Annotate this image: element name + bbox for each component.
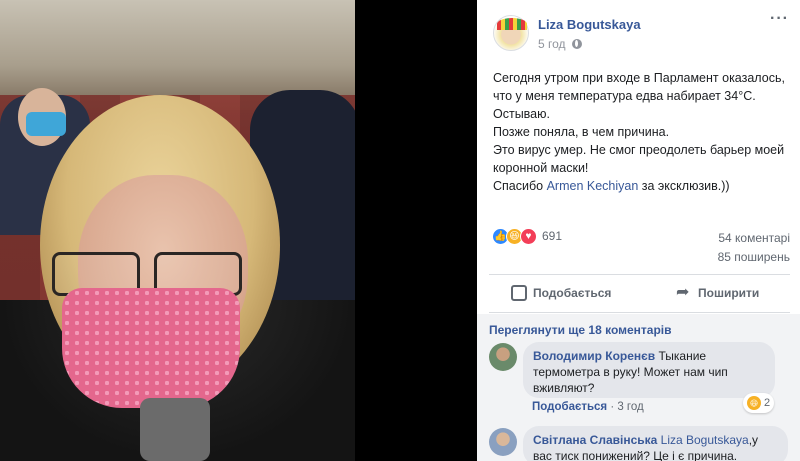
comment-bubble: Світлана Славінська Liza Bogutskaya,у ва… [523, 426, 788, 461]
post-text-line: коронной маски! [493, 161, 589, 175]
photo-crochet-mask [62, 288, 240, 408]
commenter-name[interactable]: Володимир Коренєв [533, 349, 655, 363]
reactions-summary[interactable]: 👍 😆 ♥ 691 [492, 227, 562, 245]
post-photo[interactable] [0, 0, 355, 461]
globe-icon [571, 39, 582, 49]
divider [489, 312, 790, 313]
comment-bubble: Володимир Коренєв Тыкание термометра в р… [523, 342, 775, 398]
like-button-label: Подобається [533, 286, 612, 300]
post-panel: Liza Bogutskaya 5 год ··· Сегодня утром … [477, 0, 800, 461]
comment-reaction-count: 2 [764, 397, 771, 409]
post-time-text: 5 год [538, 37, 566, 51]
comment-reactions[interactable]: 😆 2 [743, 393, 775, 413]
commenter-name[interactable]: Світлана Славінська [533, 433, 657, 447]
photo-background-mask [26, 112, 66, 136]
post-time[interactable]: 5 год [538, 37, 582, 51]
thumbs-up-icon [511, 285, 527, 301]
share-arrow-icon [676, 282, 692, 302]
post-text-line: Это вирус умер. Не смог преодолеть барье… [493, 143, 785, 157]
haha-icon: 😆 [747, 396, 761, 410]
post-text-line: что у меня температура едва набирает 34°… [493, 89, 756, 103]
like-button[interactable]: Подобається [511, 283, 611, 303]
comment-text: термометра в руку! Может нам чип [533, 365, 728, 379]
reaction-count: 691 [542, 229, 563, 243]
post-text-line: Позже поняла, в чем причина. [493, 125, 670, 139]
post-text-line: Сегодня утром при входе в Парламент оказ… [493, 71, 785, 85]
thanks-suffix: за эксклюзив.)) [638, 179, 730, 193]
post-header: Liza Bogutskaya 5 год ··· [477, 0, 800, 62]
mention-link[interactable]: Armen Kechiyan [547, 179, 639, 193]
comment-time[interactable]: · 3 год [607, 401, 643, 413]
divider [489, 274, 790, 275]
comment-text: вживляют? [533, 381, 595, 395]
comment-meta: Подобається · 3 год [532, 401, 644, 413]
post-thanks-line: Спасибо Armen Kechiyan за эксклюзив.)) [493, 177, 793, 195]
comment-text: вас тиск понижений? Це і є причина. [533, 449, 738, 461]
commenter-avatar[interactable] [489, 428, 517, 456]
thanks-prefix: Спасибо [493, 179, 547, 193]
post-text: Сегодня утром при входе в Парламент оказ… [493, 69, 793, 195]
author-name[interactable]: Liza Bogutskaya [538, 17, 641, 32]
comment-like-link[interactable]: Подобається [532, 401, 607, 413]
share-button[interactable]: Поширити [676, 282, 760, 303]
post-text-line: Остываю. [493, 107, 550, 121]
commenter-avatar[interactable] [489, 343, 517, 371]
author-avatar[interactable] [493, 15, 529, 51]
comment-text: ,у [748, 433, 759, 447]
more-options-icon[interactable]: ··· [770, 10, 789, 28]
view-more-comments-link[interactable]: Переглянути ще 18 коментарів [489, 323, 672, 337]
comment-mention[interactable]: Liza Bogutskaya [661, 433, 749, 447]
comment-text: Тыкание [655, 349, 707, 363]
shares-count[interactable]: 85 поширень [718, 250, 790, 264]
comments-count[interactable]: 54 коментарі [718, 231, 790, 245]
love-icon: ♥ [520, 227, 537, 245]
share-button-label: Поширити [698, 286, 760, 300]
photo-scarf [140, 398, 210, 461]
